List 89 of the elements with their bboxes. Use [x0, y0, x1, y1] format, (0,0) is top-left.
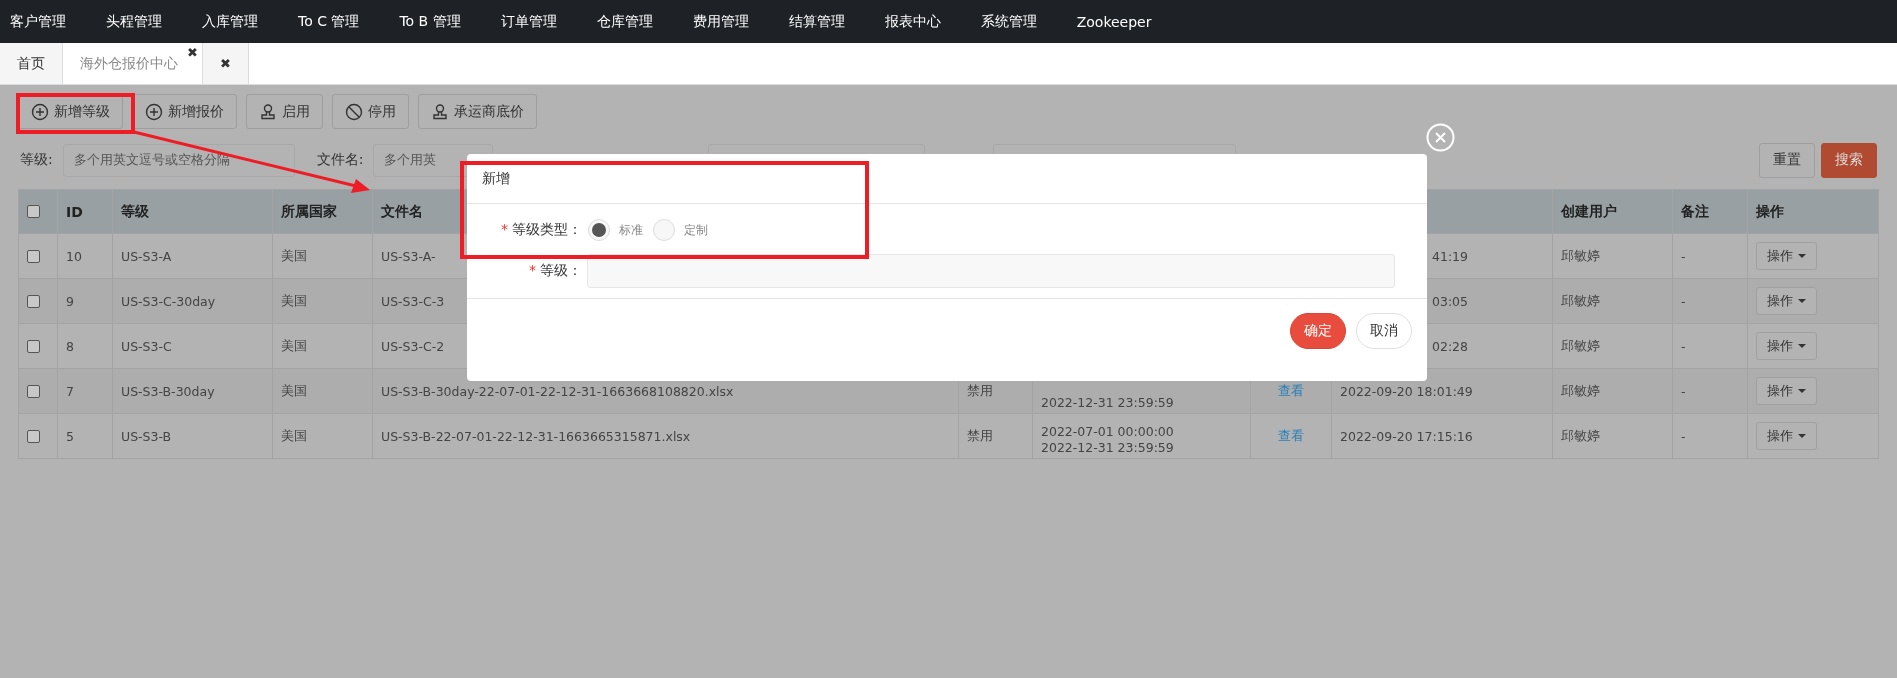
table-cell: 邱敏婷 [1552, 413, 1673, 459]
nav-menu-item[interactable]: 结算管理 [778, 12, 855, 31]
action-dropdown-button[interactable]: 操作 [1756, 377, 1817, 405]
nav-menu-item[interactable]: To C 管理 [288, 12, 370, 31]
column-header: 创建用户 [1552, 189, 1673, 234]
confirm-button[interactable]: 确定 [1290, 313, 1346, 349]
nav-menu-item[interactable]: 入库管理 [192, 12, 268, 31]
table-cell: 禁用 [958, 413, 1033, 459]
table-cell: 美国 [272, 233, 373, 279]
field-label: 等级： [540, 262, 582, 280]
close-tab-icon[interactable]: ✖ [220, 56, 231, 71]
action-dropdown-button[interactable]: 操作 [1756, 242, 1817, 270]
table-cell: 美国 [272, 368, 373, 414]
row-checkbox[interactable] [27, 384, 40, 398]
table-cell: 邱敏婷 [1552, 323, 1673, 369]
caret-icon [1798, 389, 1806, 393]
nav-menu-item[interactable]: 费用管理 [682, 12, 759, 31]
caret-icon [1798, 344, 1806, 348]
required-mark: * [529, 262, 536, 280]
close-tab-icon[interactable]: ✖ [187, 45, 198, 60]
page-tab[interactable]: ✖ [203, 43, 249, 84]
column-header: ID [57, 189, 113, 234]
filter-input[interactable]: 多个用英文逗号或空格分隔 [62, 143, 295, 177]
validity-period: 2022-12-31 23:59:59 [1041, 394, 1175, 411]
table-cell: US-S3-C [112, 323, 273, 369]
column-header: 备注 [1672, 189, 1748, 234]
action-dropdown-button[interactable]: 操作 [1756, 422, 1817, 450]
row-checkbox[interactable] [27, 339, 40, 353]
table-cell: 8 [57, 323, 113, 369]
caret-icon [1798, 434, 1806, 438]
row-checkbox[interactable] [27, 249, 40, 263]
nav-menu-item[interactable]: To B 管理 [389, 12, 471, 31]
radio-button[interactable] [653, 219, 675, 241]
radio-button[interactable] [588, 219, 610, 241]
column-header: 操作 [1747, 189, 1879, 234]
table-cell: 邱敏婷 [1552, 233, 1673, 279]
toolbar-button[interactable]: 承运商底价 [418, 94, 537, 129]
toolbar-button[interactable]: 停用 [332, 94, 409, 129]
table-cell: US-S3-B-30day [112, 368, 273, 414]
table-cell: - [1672, 233, 1748, 279]
table-cell: 邱敏婷 [1552, 278, 1673, 324]
table-cell: US-S3-A [112, 233, 273, 279]
stamp-icon [259, 102, 277, 121]
nav-menu-item[interactable]: 客户管理 [0, 12, 76, 31]
table-cell: - [1672, 323, 1748, 369]
nav-menu-item[interactable]: Zookeeper [1066, 13, 1162, 30]
cancel-button[interactable]: 取消 [1356, 313, 1412, 349]
caret-icon [1798, 299, 1806, 303]
action-dropdown-button[interactable]: 操作 [1756, 332, 1817, 360]
table-cell: - [1672, 368, 1748, 414]
table-cell: 美国 [272, 413, 373, 459]
nav-menu-item[interactable]: 仓库管理 [586, 12, 663, 31]
table-cell: 9 [57, 278, 113, 324]
table-cell: 10 [57, 233, 113, 279]
table-cell: 美国 [272, 323, 373, 369]
column-header: 所属国家 [272, 189, 373, 234]
table-cell: US-S3-B [112, 413, 273, 459]
ban-icon [345, 102, 363, 121]
select-all-checkbox[interactable] [27, 205, 40, 218]
filter-label: 文件名: [316, 151, 364, 169]
table-cell: - [1672, 278, 1748, 324]
plus-circle-icon [145, 102, 163, 121]
nav-menu-item[interactable]: 报表中心 [874, 12, 951, 31]
caret-icon [1798, 254, 1806, 258]
table-cell: 5 [57, 413, 113, 459]
nav-menu-item[interactable]: 头程管理 [96, 12, 172, 31]
plus-circle-icon [31, 102, 49, 121]
toolbar-button[interactable]: 新增报价 [132, 94, 237, 129]
reset-button[interactable]: 重置 [1759, 142, 1815, 178]
table-cell: 7 [57, 368, 113, 414]
stamp-icon [431, 102, 449, 121]
table-cell: US-S3-B-22-07-01-22-12-31-1663665315871.xlsx [372, 413, 959, 459]
filter-label: 等级: [20, 151, 53, 169]
table-cell: - [1672, 413, 1748, 459]
search-button[interactable]: 搜索 [1821, 142, 1877, 178]
validity-period: 2022-07-01 00:00:00 2022-12-31 23:59:59 [1041, 423, 1175, 456]
table-cell: 美国 [272, 278, 373, 324]
page-tab[interactable]: 首页 [0, 43, 63, 84]
toolbar-button[interactable]: 启用 [246, 94, 323, 129]
table-cell: 2022-09-20 17:15:16 [1331, 413, 1553, 459]
action-dropdown-button[interactable]: 操作 [1756, 287, 1817, 315]
table-cell: US-S3-C-30day [112, 278, 273, 324]
table-cell: 邱敏婷 [1552, 368, 1673, 414]
level-input[interactable] [587, 254, 1395, 288]
column-header: 等级 [112, 189, 273, 234]
row-checkbox[interactable] [27, 429, 40, 443]
nav-menu-item[interactable]: 订单管理 [490, 12, 567, 31]
nav-menu-item[interactable]: 系统管理 [970, 12, 1047, 31]
row-checkbox[interactable] [27, 294, 40, 308]
